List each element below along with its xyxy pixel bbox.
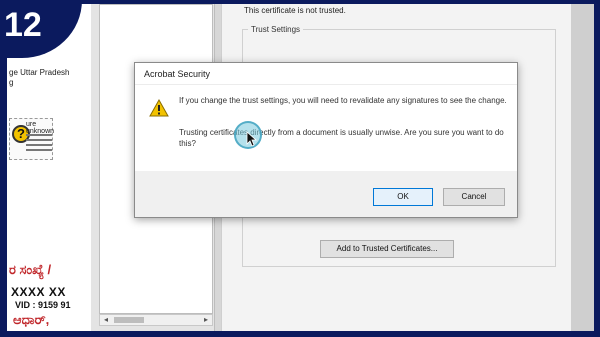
scroll-left-arrow-icon[interactable]: ◂ [100,315,112,325]
vid-number: VID : 9159 91 [15,300,71,310]
kannada-label-bottom: ಆಧಾರ್, [13,312,50,327]
address-text: ge Uttar Pradesh g [9,68,69,88]
kannada-label-top: ರ ಸಂಖ್ಯೆ / [9,262,52,277]
mouse-pointer-icon [246,131,258,147]
scrollbar-thumb[interactable] [114,317,144,323]
acrobat-security-dialog: Acrobat Security If you change the trust… [134,62,518,218]
signature-detail-lines [26,131,52,154]
window-edge [571,4,594,331]
cancel-button[interactable]: Cancel [443,188,505,206]
certificate-status-text: This certificate is not trusted. [244,6,346,15]
trust-settings-label: Trust Settings [248,25,304,34]
signature-stamp[interactable]: ? ure unknown [9,118,54,160]
dialog-title: Acrobat Security [135,63,517,85]
masked-aadhaar-number: XXXX XX [11,285,66,299]
dialog-button-bar: OK Cancel [135,171,517,217]
dialog-message-unwise: Trusting certificates directly from a do… [179,128,504,148]
address-line-1: ge Uttar Pradesh [9,68,70,77]
ok-button[interactable]: OK [373,188,433,206]
warning-icon [149,99,169,117]
address-line-2: g [9,78,14,87]
dialog-message-revalidate: If you change the trust settings, you wi… [179,96,507,105]
add-to-trusted-certificates-button[interactable]: Add to Trusted Certificates... [320,240,454,258]
scroll-right-arrow-icon[interactable]: ▸ [200,315,212,325]
horizontal-scrollbar[interactable]: ◂ ▸ [99,314,213,326]
